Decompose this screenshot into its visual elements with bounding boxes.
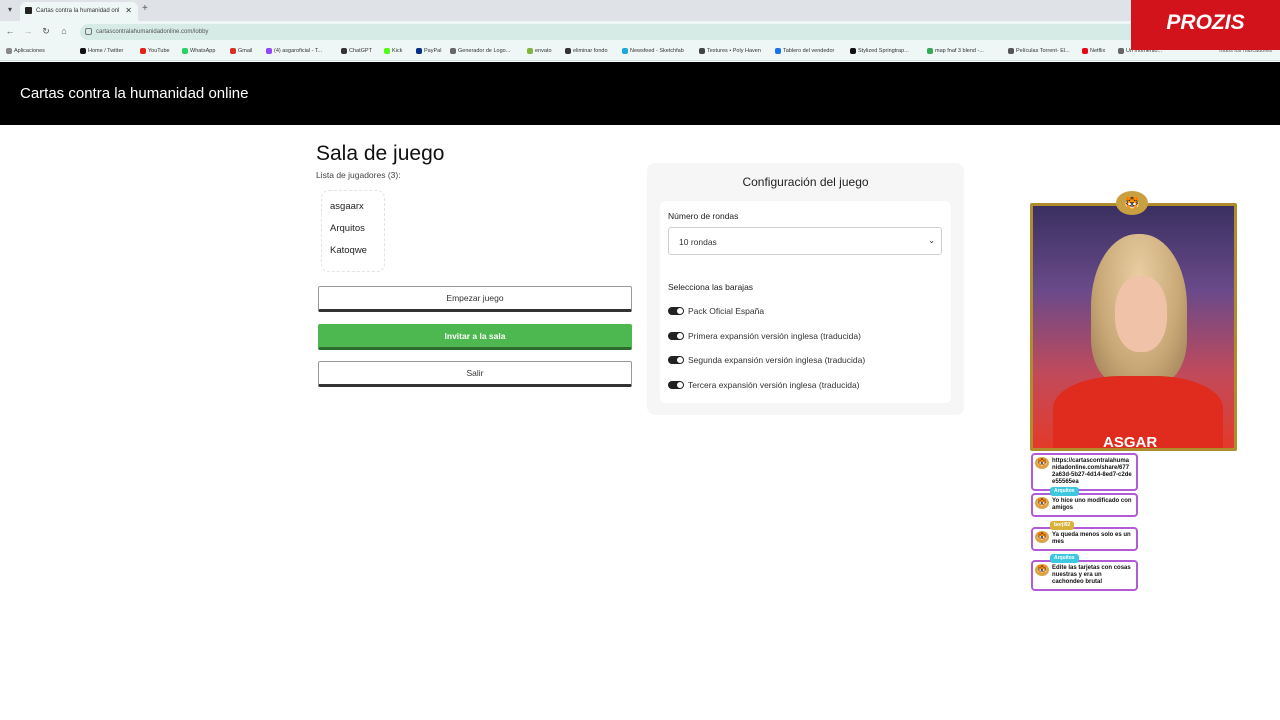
rounds-selected-value: 10 rondas	[679, 237, 717, 247]
player-item: Arquitos	[330, 223, 365, 234]
chat-text: Edite las tarjetas con cosas nuestras y …	[1052, 565, 1131, 585]
bookmark-item[interactable]: WhatsApp	[182, 48, 215, 54]
bookmark-item[interactable]: Netflix	[1082, 48, 1105, 54]
config-form: Número de rondas 10 rondas ⌄ Selecciona …	[660, 201, 951, 403]
decks-label: Selecciona las barajas	[668, 282, 754, 292]
bookmark-item[interactable]: Generador de Logo...	[450, 48, 510, 54]
rounds-label: Número de rondas	[668, 211, 739, 221]
browser-tab-strip: ▾ Cartas contra la humanidad onl ✕ +	[0, 0, 1280, 21]
start-game-button[interactable]: Empezar juego	[318, 286, 632, 312]
new-tab-icon[interactable]: +	[142, 3, 148, 14]
players-list-label: Lista de jugadores (3):	[316, 170, 401, 180]
tab-search-icon[interactable]: ▾	[3, 3, 17, 17]
reload-icon[interactable]: ↻	[40, 26, 52, 37]
chat-message: 🐯 https://cartascontralahumanidadonline.…	[1031, 453, 1138, 491]
deck-toggle[interactable]	[668, 307, 684, 315]
deck-label: Tercera expansión versión inglesa (tradu…	[688, 380, 860, 390]
bookmark-item[interactable]: Gmail	[230, 48, 252, 54]
chat-message: 🐯 Arquitos Edite las tarjetas con cosas …	[1031, 554, 1138, 591]
chat-text: Ya queda menos solo es un mes	[1052, 532, 1131, 545]
site-info-icon[interactable]	[85, 28, 92, 35]
chat-text: https://cartascontralahumanidadonline.co…	[1052, 458, 1132, 485]
rounds-select[interactable]: 10 rondas ⌄	[668, 227, 942, 255]
bookmark-item[interactable]: Kick	[384, 48, 402, 54]
bookmark-item[interactable]: eliminar fondo	[565, 48, 608, 54]
browser-toolbar: ← → ↻ ⌂ cartascontralahumanidadonline.co…	[0, 21, 1280, 43]
bookmark-item[interactable]: envato	[527, 48, 552, 54]
chat-username: Arquitos	[1050, 554, 1079, 563]
streamer-name: ASGAR	[1103, 434, 1158, 451]
bookmark-item[interactable]: Textures • Poly Haven	[699, 48, 761, 54]
config-title: Configuración del juego	[742, 175, 869, 189]
site-favicon-icon	[25, 7, 32, 14]
page-title: Sala de juego	[316, 142, 445, 165]
chat-avatar-icon: 🐯	[1035, 564, 1049, 576]
game-config-panel: Configuración del juego Número de rondas…	[647, 163, 964, 415]
bookmark-item[interactable]: Newsfeed - Sketchfab	[622, 48, 684, 54]
chat-username: Arquitos	[1050, 487, 1079, 496]
player-item: asgaarx	[330, 201, 364, 212]
home-icon[interactable]: ⌂	[58, 26, 70, 36]
invite-button[interactable]: Invitar a la sala	[318, 324, 632, 350]
players-list: asgaarx Arquitos Katoqwe	[321, 190, 385, 272]
chat-message: 🐯 Arquitos Yo hice uno modificado con am…	[1031, 487, 1138, 517]
sponsor-banner: PROZIS	[1131, 0, 1280, 50]
bookmarks-bar: Todos los marcadores Aplicaciones Home / …	[0, 43, 1280, 61]
deck-label: Primera expansión versión inglesa (tradu…	[688, 331, 861, 341]
chat-avatar-icon: 🐯	[1035, 531, 1049, 543]
deck-label: Segunda expansión versión inglesa (tradu…	[688, 355, 866, 365]
browser-tab[interactable]: Cartas contra la humanidad onl ✕	[20, 2, 138, 21]
bookmark-item[interactable]: Aplicaciones	[6, 48, 45, 54]
chat-avatar-icon: 🐯	[1035, 457, 1049, 469]
chat-avatar-icon: 🐯	[1035, 497, 1049, 509]
site-title[interactable]: Cartas contra la humanidad online	[20, 85, 248, 102]
bookmark-item[interactable]: Películas Torrent- El...	[1008, 48, 1070, 54]
bookmark-item[interactable]: ChatGPT	[341, 48, 372, 54]
tab-title: Cartas contra la humanidad onl	[36, 8, 120, 14]
tiger-badge-icon: 🐯	[1116, 191, 1148, 215]
forward-icon[interactable]: →	[22, 26, 34, 36]
bookmark-item[interactable]: map fnaf 3 blend -...	[927, 48, 984, 54]
bookmark-item[interactable]: Stylized Springtrap...	[850, 48, 909, 54]
deck-toggle[interactable]	[668, 381, 684, 389]
back-icon[interactable]: ←	[4, 26, 16, 36]
bookmark-item[interactable]: (4) asgaroficial - T...	[266, 48, 322, 54]
address-bar-url: cartascontralahumanidadonline.com/lobby	[96, 29, 209, 35]
player-item: Katoqwe	[330, 245, 367, 256]
bookmark-item[interactable]: YouTube	[140, 48, 170, 54]
chat-username: borji92	[1050, 521, 1075, 530]
close-tab-icon[interactable]: ✕	[125, 6, 132, 15]
chat-text: Yo hice uno modificado con amigos	[1052, 498, 1132, 511]
site-header: Cartas contra la humanidad online	[0, 62, 1280, 125]
bookmark-item[interactable]: Tablero del vendedor	[775, 48, 834, 54]
exit-button[interactable]: Salir	[318, 361, 632, 387]
address-bar[interactable]: cartascontralahumanidadonline.com/lobby	[80, 24, 1140, 40]
deck-toggle[interactable]	[668, 332, 684, 340]
chat-message: 🐯 borji92 Ya queda menos solo es un mes	[1031, 521, 1138, 551]
bookmark-item[interactable]: Home / Twitter	[80, 48, 123, 54]
bookmark-item[interactable]: PayPal	[416, 48, 441, 54]
sponsor-logo: PROZIS	[1166, 11, 1245, 34]
streamer-face	[1115, 276, 1167, 352]
webcam-overlay: ASGAR	[1030, 203, 1237, 451]
deck-label: Pack Oficial España	[688, 306, 765, 316]
deck-toggle[interactable]	[668, 356, 684, 364]
chevron-down-icon: ⌄	[928, 236, 935, 245]
